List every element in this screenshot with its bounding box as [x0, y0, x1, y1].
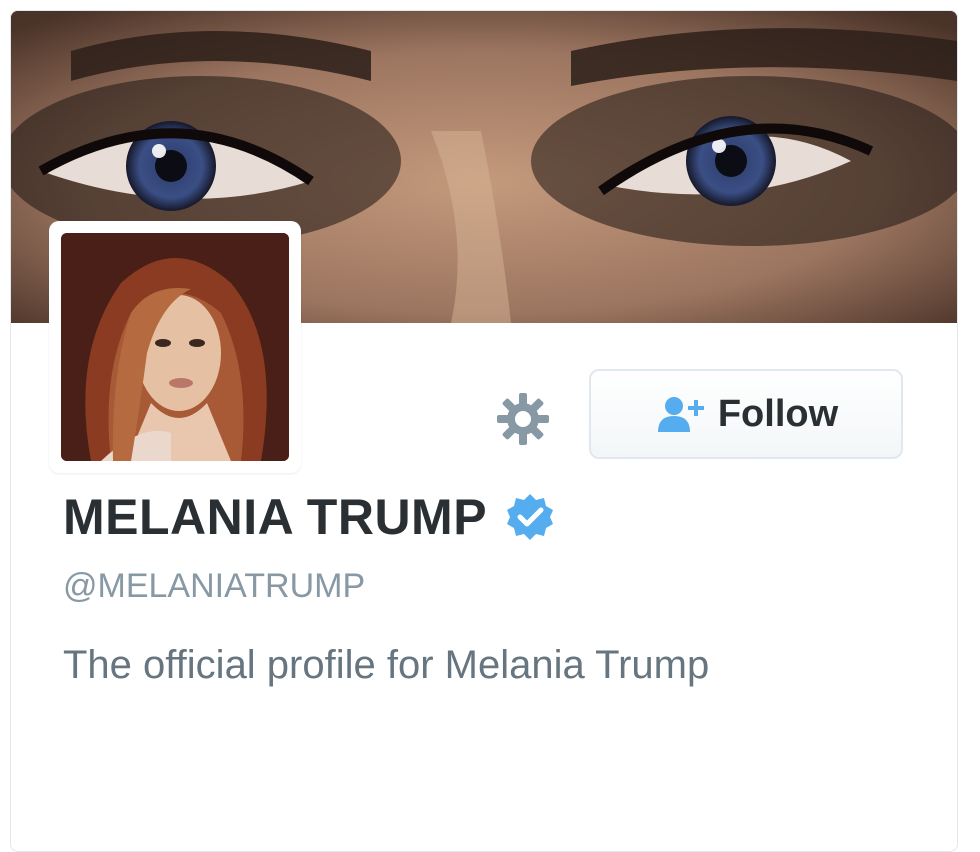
gear-icon[interactable]	[495, 391, 551, 447]
verified-badge-icon	[507, 494, 554, 540]
add-user-icon	[657, 397, 704, 432]
avatar-frame	[49, 221, 301, 473]
follow-button[interactable]: Follow	[589, 369, 903, 459]
profile-name-row: MELANIA TRUMP	[63, 487, 555, 547]
follow-button-label: Follow	[717, 392, 839, 435]
profile-handle[interactable]: @MELANIATRUMP	[63, 567, 365, 606]
profile-bio: The official profile for Melania Trump	[63, 643, 710, 687]
avatar[interactable]	[61, 233, 289, 461]
profile-name[interactable]: MELANIA TRUMP	[63, 488, 487, 546]
profile-card: Follow MELANIA TRUMP @MELANIATRUMP The o…	[10, 10, 958, 852]
